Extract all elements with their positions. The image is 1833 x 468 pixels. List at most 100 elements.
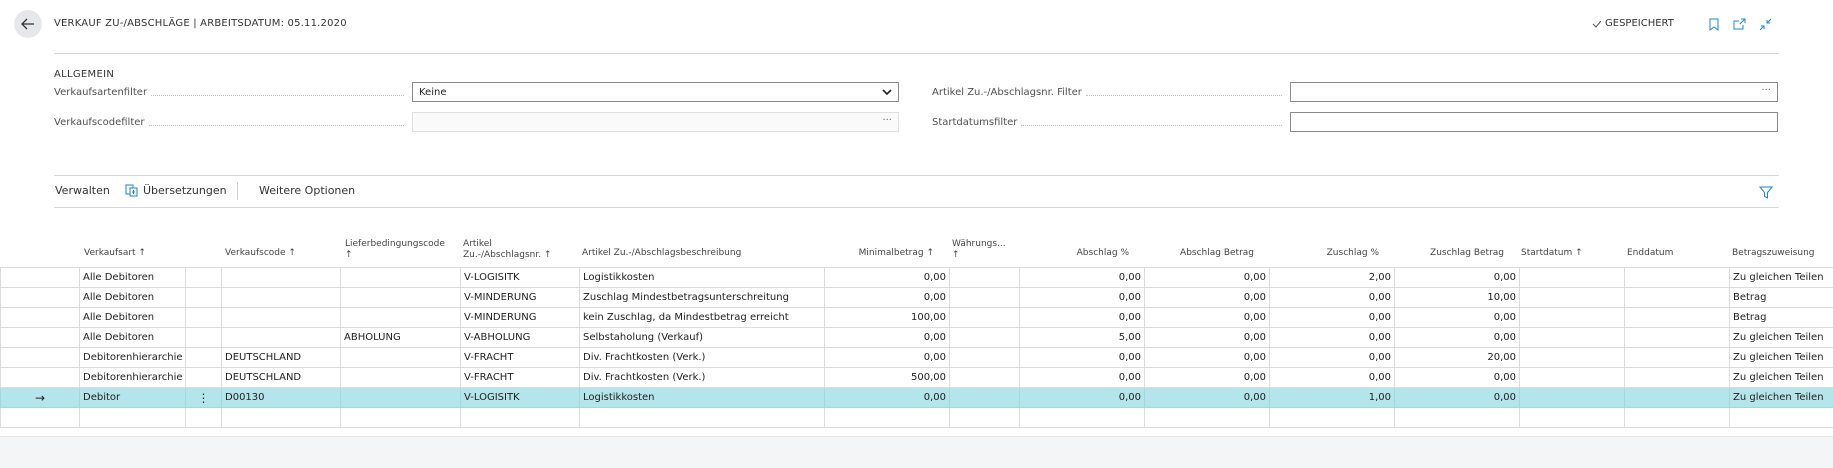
col-zuschlag-pct[interactable]: Zuschlag % [1267,248,1379,259]
waehrung-cell[interactable] [950,288,1020,308]
waehrung-cell[interactable] [950,368,1020,388]
artikel-nr-cell[interactable] [461,408,580,428]
verkaufsartenfilter-select[interactable]: Keine [412,82,899,102]
verkaufscode-cell[interactable] [222,328,341,348]
verkaufscode-cell[interactable] [222,288,341,308]
verkaufsart-cell[interactable]: Debitorenhierarchie [80,368,186,388]
minimalbetrag-cell[interactable]: 0,00 [825,268,950,288]
minimalbetrag-cell[interactable] [825,408,950,428]
table-row[interactable]: Alle DebitorenV-LOGISITKLogistikkosten0,… [1,268,1833,288]
verkaufscode-cell[interactable]: DEUTSCHLAND [222,348,341,368]
table-row[interactable]: Alle DebitorenABHOLUNGV-ABHOLUNGSelbstah… [1,328,1833,348]
col-minimalbetrag[interactable]: Minimalbetrag ↑ [822,248,934,259]
abschlag-betrag-cell[interactable]: 0,00 [1145,388,1270,408]
verkaufscode-cell[interactable]: DEUTSCHLAND [222,368,341,388]
col-verkaufsart[interactable]: Verkaufsart ↑ [84,248,146,259]
beschreibung-cell[interactable]: Div. Frachtkosten (Verk.) [580,368,825,388]
zuschlag-pct-cell[interactable]: 0,00 [1270,288,1395,308]
abschlag-betrag-cell[interactable]: 0,00 [1145,288,1270,308]
minimalbetrag-cell[interactable]: 500,00 [825,368,950,388]
verkaufsart-cell[interactable]: Alle Debitoren [80,268,186,288]
zuschlag-betrag-cell[interactable]: 10,00 [1395,288,1520,308]
enddatum-cell[interactable] [1625,348,1730,368]
lieferbedingungscode-cell[interactable] [341,388,461,408]
table-row[interactable]: Alle DebitorenV-MINDERUNGkein Zuschlag, … [1,308,1833,328]
zuschlag-betrag-cell[interactable]: 20,00 [1395,348,1520,368]
abschlag-pct-cell[interactable]: 0,00 [1020,268,1145,288]
abschlag-betrag-cell[interactable]: 0,00 [1145,328,1270,348]
row-menu[interactable] [186,288,222,308]
table-row[interactable]: Debitorenhierarchie DEUTSCHLAND V-FRACHTDi… [1,368,1833,388]
lieferbedingungscode-cell[interactable] [341,288,461,308]
lieferbedingungscode-cell[interactable]: ABHOLUNG [341,328,461,348]
row-menu[interactable] [186,348,222,368]
startdatum-cell[interactable] [1520,408,1625,428]
back-button[interactable] [14,10,42,38]
verkaufsart-cell[interactable]: Alle Debitoren [80,308,186,328]
col-betragszuweisung[interactable]: Betragszuweisung [1732,248,1815,259]
zuschlag-pct-cell[interactable]: 0,00 [1270,308,1395,328]
waehrung-cell[interactable] [950,268,1020,288]
enddatum-cell[interactable] [1625,368,1730,388]
startdatum-cell[interactable] [1520,308,1625,328]
row-menu[interactable] [186,268,222,288]
startdatum-cell[interactable] [1520,388,1625,408]
beschreibung-cell[interactable]: Div. Frachtkosten (Verk.) [580,348,825,368]
artikel-nr-cell[interactable]: V-FRACHT [461,368,580,388]
col-lieferbedingungscode[interactable]: Lieferbedingungscode ↑ [345,239,445,261]
weitere-optionen-button[interactable]: Weitere Optionen [259,184,355,197]
verkaufsart-cell[interactable]: Alle Debitoren [80,328,186,348]
beschreibung-cell[interactable]: kein Zuschlag, da Mindestbetrag erreicht [580,308,825,328]
zuschlag-pct-cell[interactable]: 0,00 [1270,368,1395,388]
zuschlag-betrag-cell[interactable]: 0,00 [1395,388,1520,408]
betragszuweisung-cell[interactable]: Zu gleichen Teilen [1730,328,1833,348]
table-row[interactable]: DebitorenhierarchieDEUTSCHLANDV-FRACHTDi… [1,348,1833,368]
enddatum-cell[interactable] [1625,268,1730,288]
row-menu[interactable] [186,308,222,328]
verkaufsart-cell[interactable]: Debitor [80,388,186,408]
startdatum-cell[interactable] [1520,368,1625,388]
zuschlag-pct-cell[interactable] [1270,408,1395,428]
artikel-nr-cell[interactable]: V-LOGISITK [461,268,580,288]
startdatum-cell[interactable] [1520,328,1625,348]
uebersetzungen-button[interactable]: Übersetzungen [125,184,227,197]
verkaufsart-cell[interactable] [80,408,186,428]
zuschlag-betrag-cell[interactable]: 0,00 [1395,268,1520,288]
betragszuweisung-cell[interactable]: Betrag [1730,288,1833,308]
col-zuschlag-betrag[interactable]: Zuschlag Betrag [1392,248,1504,259]
waehrung-cell[interactable] [950,408,1020,428]
lieferbedingungscode-cell[interactable] [341,368,461,388]
waehrung-cell[interactable] [950,308,1020,328]
abschlag-betrag-cell[interactable] [1145,408,1270,428]
waehrung-cell[interactable] [950,348,1020,368]
col-startdatum[interactable]: Startdatum ↑ [1521,248,1583,259]
betragszuweisung-cell[interactable]: Zu gleichen Teilen [1730,388,1833,408]
table-row[interactable] [1,408,1833,428]
abschlag-pct-cell[interactable]: 0,00 [1020,288,1145,308]
verkaufscode-cell[interactable] [222,268,341,288]
col-beschreibung[interactable]: Artikel Zu.-/Abschlagsbeschreibung [582,248,741,259]
collapse-button[interactable] [1757,16,1773,32]
startdatum-cell[interactable] [1520,268,1625,288]
betragszuweisung-cell[interactable]: Zu gleichen Teilen [1730,368,1833,388]
lieferbedingungscode-cell[interactable] [341,268,461,288]
verkaufscode-cell[interactable] [222,308,341,328]
zuschlag-pct-cell[interactable]: 1,00 [1270,388,1395,408]
waehrung-cell[interactable] [950,328,1020,348]
ellipsis-icon[interactable]: ··· [1761,85,1771,96]
zuschlag-betrag-cell[interactable]: 0,00 [1395,328,1520,348]
col-abschlag-betrag[interactable]: Abschlag Betrag [1142,248,1254,259]
row-menu[interactable] [186,368,222,388]
lieferbedingungscode-cell[interactable] [341,308,461,328]
beschreibung-cell[interactable]: Logistikkosten [580,268,825,288]
abschlag-pct-cell[interactable]: 0,00 [1020,348,1145,368]
zuschlag-betrag-cell[interactable]: 0,00 [1395,308,1520,328]
row-menu[interactable]: ⋮ [186,388,222,408]
lieferbedingungscode-cell[interactable] [341,348,461,368]
zuschlag-pct-cell[interactable]: 0,00 [1270,328,1395,348]
betragszuweisung-cell[interactable] [1730,408,1833,428]
artikel-nr-cell[interactable]: V-ABHOLUNG [461,328,580,348]
verkaufsart-cell[interactable]: Alle Debitoren [80,288,186,308]
enddatum-cell[interactable] [1625,288,1730,308]
artikel-nr-cell[interactable]: V-FRACHT [461,348,580,368]
